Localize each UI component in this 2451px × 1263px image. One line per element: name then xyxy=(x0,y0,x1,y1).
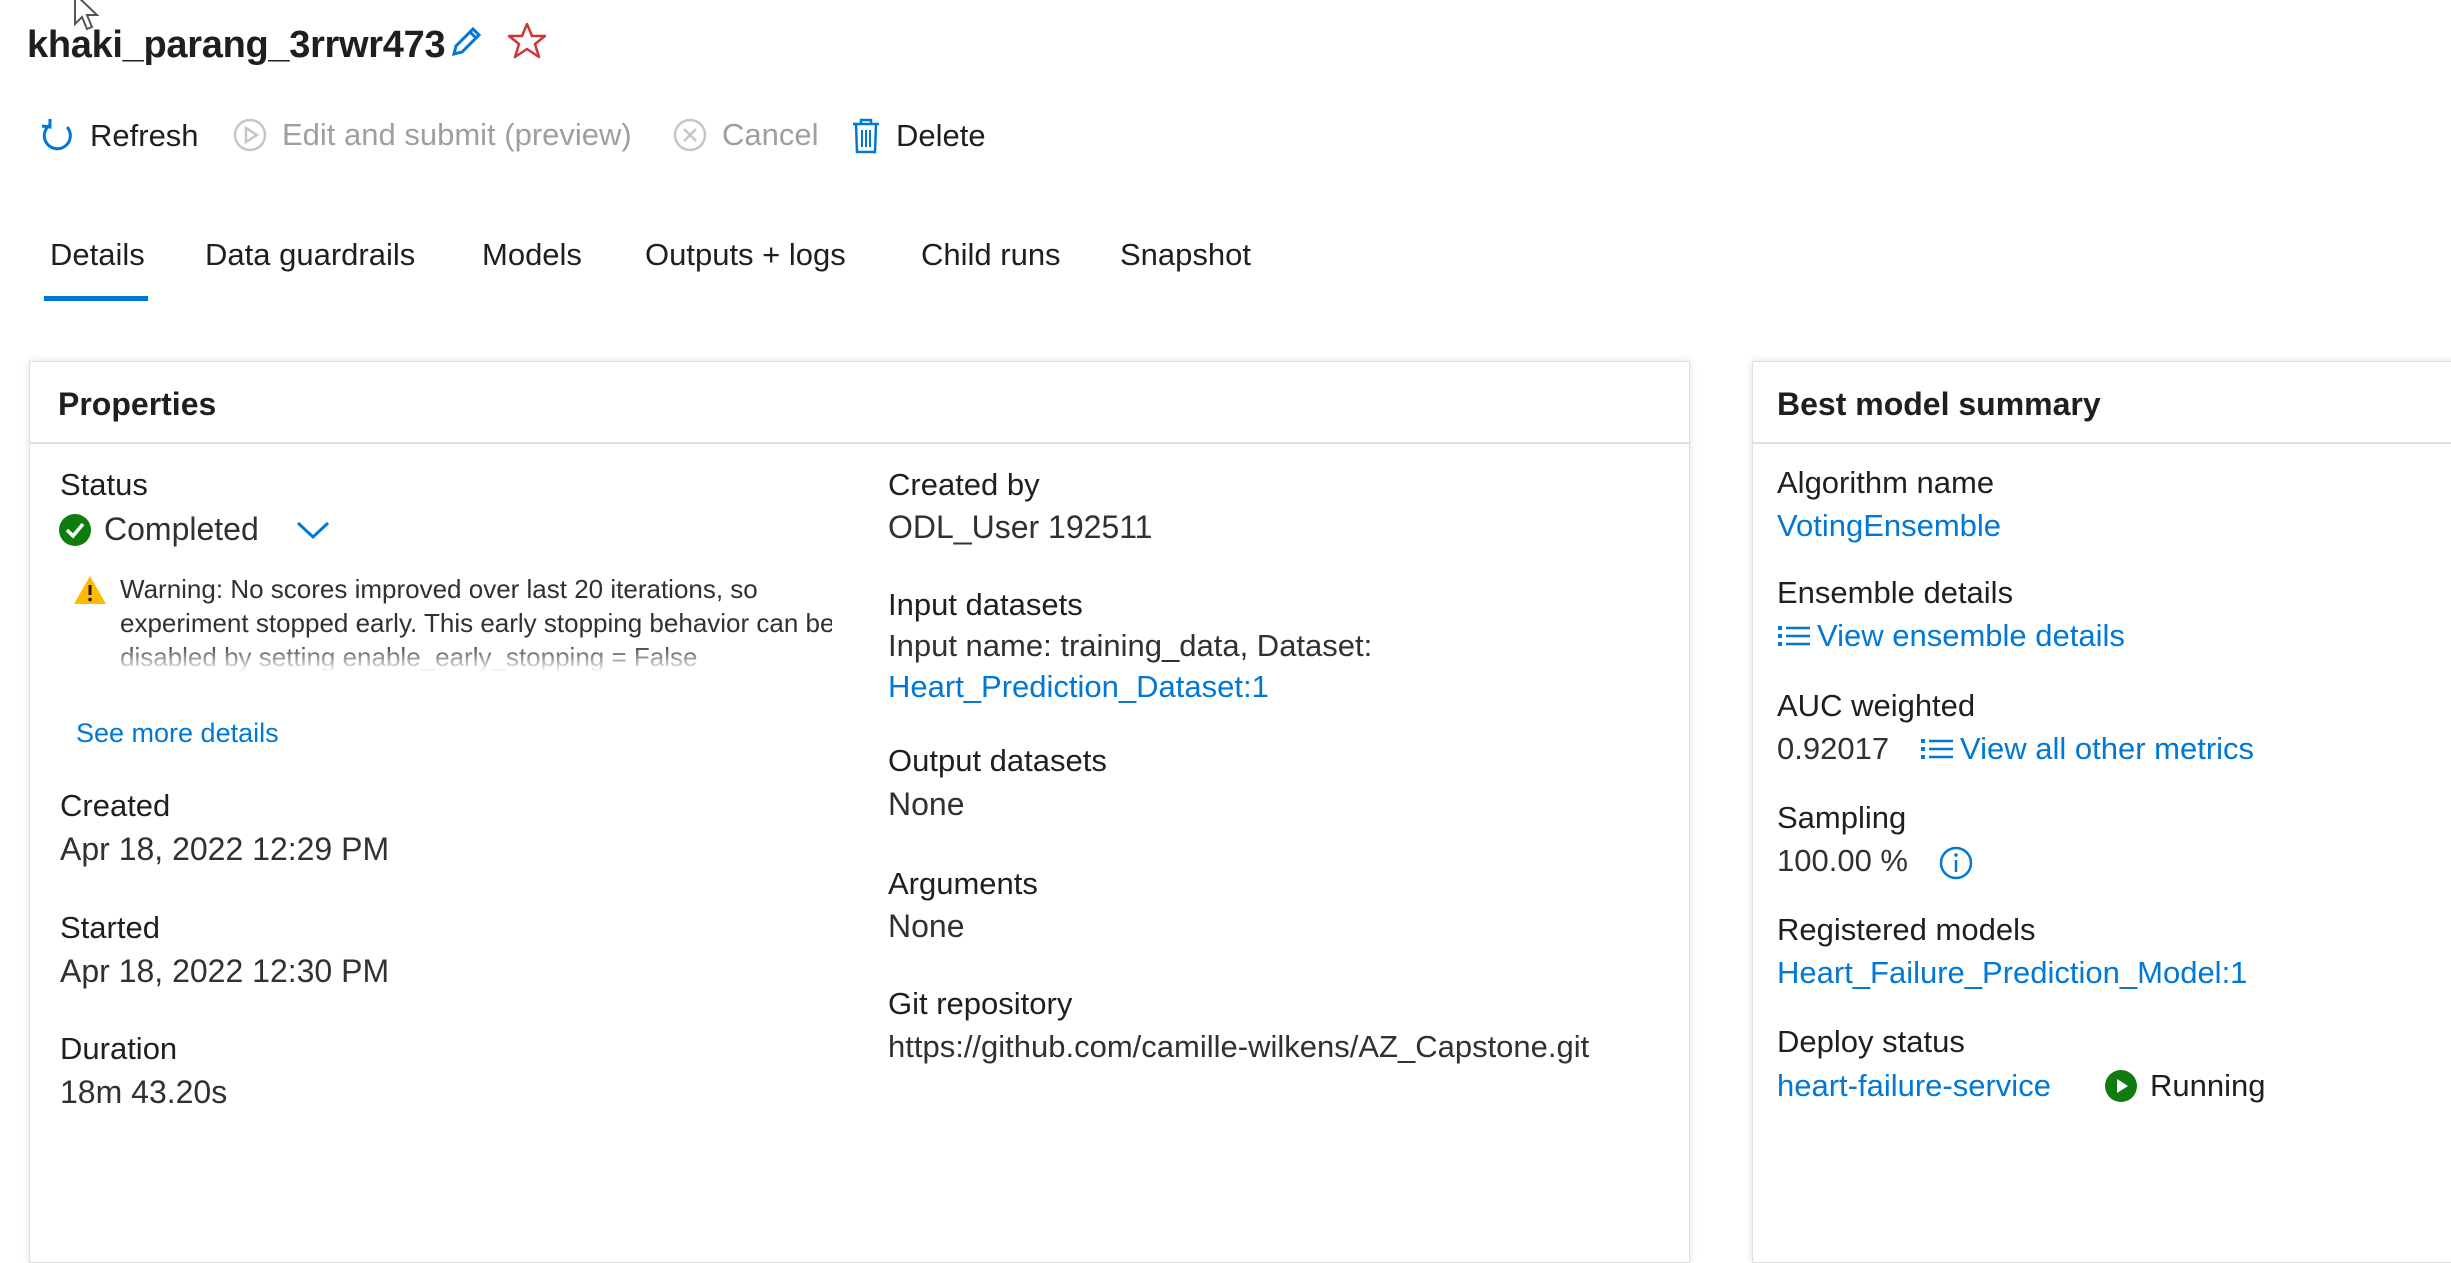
warning-prefix: Warning: xyxy=(120,574,224,604)
tab-child-runs[interactable]: Child runs xyxy=(921,237,1061,273)
early-stop-warning: Warning: No scores improved over last 20… xyxy=(72,572,832,672)
warning-fade xyxy=(72,644,832,672)
trash-icon xyxy=(850,117,882,155)
properties-card-header: Properties xyxy=(30,362,1689,444)
tab-snapshot[interactable]: Snapshot xyxy=(1120,237,1251,273)
deploy-state-text: Running xyxy=(2150,1068,2266,1103)
refresh-button[interactable]: Refresh xyxy=(38,117,199,155)
created-label: Created xyxy=(60,788,171,823)
edit-and-submit-button[interactable]: Edit and submit (preview) xyxy=(232,117,632,153)
check-circle-icon xyxy=(58,513,92,547)
algorithm-name-link[interactable]: VotingEnsemble xyxy=(1777,508,2001,544)
registered-model-link[interactable]: Heart_Failure_Prediction_Model:1 xyxy=(1777,955,2247,991)
chevron-down-icon[interactable] xyxy=(295,518,331,542)
status-label: Status xyxy=(60,467,148,502)
status-text: Completed xyxy=(104,511,259,547)
view-ensemble-details-label: View ensemble details xyxy=(1817,618,2125,653)
warning-icon xyxy=(72,574,108,606)
created-value: Apr 18, 2022 12:29 PM xyxy=(60,831,390,867)
arguments-label: Arguments xyxy=(888,866,1038,901)
deploy-service-link[interactable]: heart-failure-service xyxy=(1777,1068,2051,1104)
algorithm-name-label: Algorithm name xyxy=(1777,465,1995,500)
view-all-metrics-label: View all other metrics xyxy=(1960,731,2255,766)
deploy-state: Running xyxy=(2104,1068,2265,1104)
properties-card: Properties xyxy=(29,361,1690,1263)
cancel-button[interactable]: Cancel xyxy=(672,117,819,153)
edit-and-submit-label: Edit and submit (preview) xyxy=(282,117,632,152)
info-icon[interactable] xyxy=(1938,845,1974,881)
started-value: Apr 18, 2022 12:30 PM xyxy=(60,953,390,989)
play-circle-icon xyxy=(232,117,268,153)
properties-title: Properties xyxy=(58,386,217,422)
created-by-label: Created by xyxy=(888,467,1040,502)
git-repository-label: Git repository xyxy=(888,986,1073,1021)
sampling-label: Sampling xyxy=(1777,800,1907,835)
status-value: Completed xyxy=(58,511,331,548)
started-label: Started xyxy=(60,910,160,945)
refresh-icon xyxy=(38,117,76,155)
running-icon xyxy=(2104,1069,2138,1103)
arguments-value: None xyxy=(888,908,965,944)
tab-details[interactable]: Details xyxy=(50,237,145,273)
input-datasets-label: Input datasets xyxy=(888,587,1083,622)
tab-models[interactable]: Models xyxy=(482,237,582,273)
auc-weighted-label: AUC weighted xyxy=(1777,688,1976,723)
output-datasets-value: None xyxy=(888,786,965,822)
delete-button[interactable]: Delete xyxy=(850,117,986,155)
duration-value: 18m 43.20s xyxy=(60,1074,228,1110)
input-datasets-text: Input name: training_data, Dataset: xyxy=(888,628,1373,663)
registered-models-label: Registered models xyxy=(1777,912,2036,947)
input-dataset-link[interactable]: Heart_Prediction_Dataset:1 xyxy=(888,669,1269,705)
sampling-value: 100.00 % xyxy=(1777,843,1908,878)
ensemble-details-label: Ensemble details xyxy=(1777,575,2014,610)
best-model-card-header: Best model summary xyxy=(1753,362,2451,444)
auc-weighted-value: 0.92017 xyxy=(1777,731,1890,766)
cancel-label: Cancel xyxy=(722,117,819,152)
cancel-circle-icon xyxy=(672,117,708,153)
refresh-label: Refresh xyxy=(90,118,199,153)
duration-label: Duration xyxy=(60,1031,178,1066)
run-title: khaki_parang_3rrwr473 xyxy=(27,24,446,66)
list-icon xyxy=(1920,736,1954,762)
delete-label: Delete xyxy=(896,118,986,153)
see-more-details-link[interactable]: See more details xyxy=(76,718,279,749)
created-by-value: ODL_User 192511 xyxy=(888,509,1153,545)
pencil-icon[interactable] xyxy=(446,22,486,62)
deploy-status-label: Deploy status xyxy=(1777,1024,1965,1059)
tab-data-guardrails[interactable]: Data guardrails xyxy=(205,237,415,273)
view-all-metrics-link[interactable]: View all other metrics xyxy=(1920,731,2254,767)
list-icon xyxy=(1777,623,1811,649)
output-datasets-label: Output datasets xyxy=(888,743,1107,778)
view-ensemble-details-link[interactable]: View ensemble details xyxy=(1777,618,2125,654)
best-model-title: Best model summary xyxy=(1777,386,2101,422)
active-tab-indicator xyxy=(44,296,148,301)
git-repository-value: https://github.com/camille-wilkens/AZ_Ca… xyxy=(888,1029,1590,1064)
star-icon[interactable] xyxy=(506,20,548,62)
tab-outputs-logs[interactable]: Outputs + logs xyxy=(645,237,846,273)
